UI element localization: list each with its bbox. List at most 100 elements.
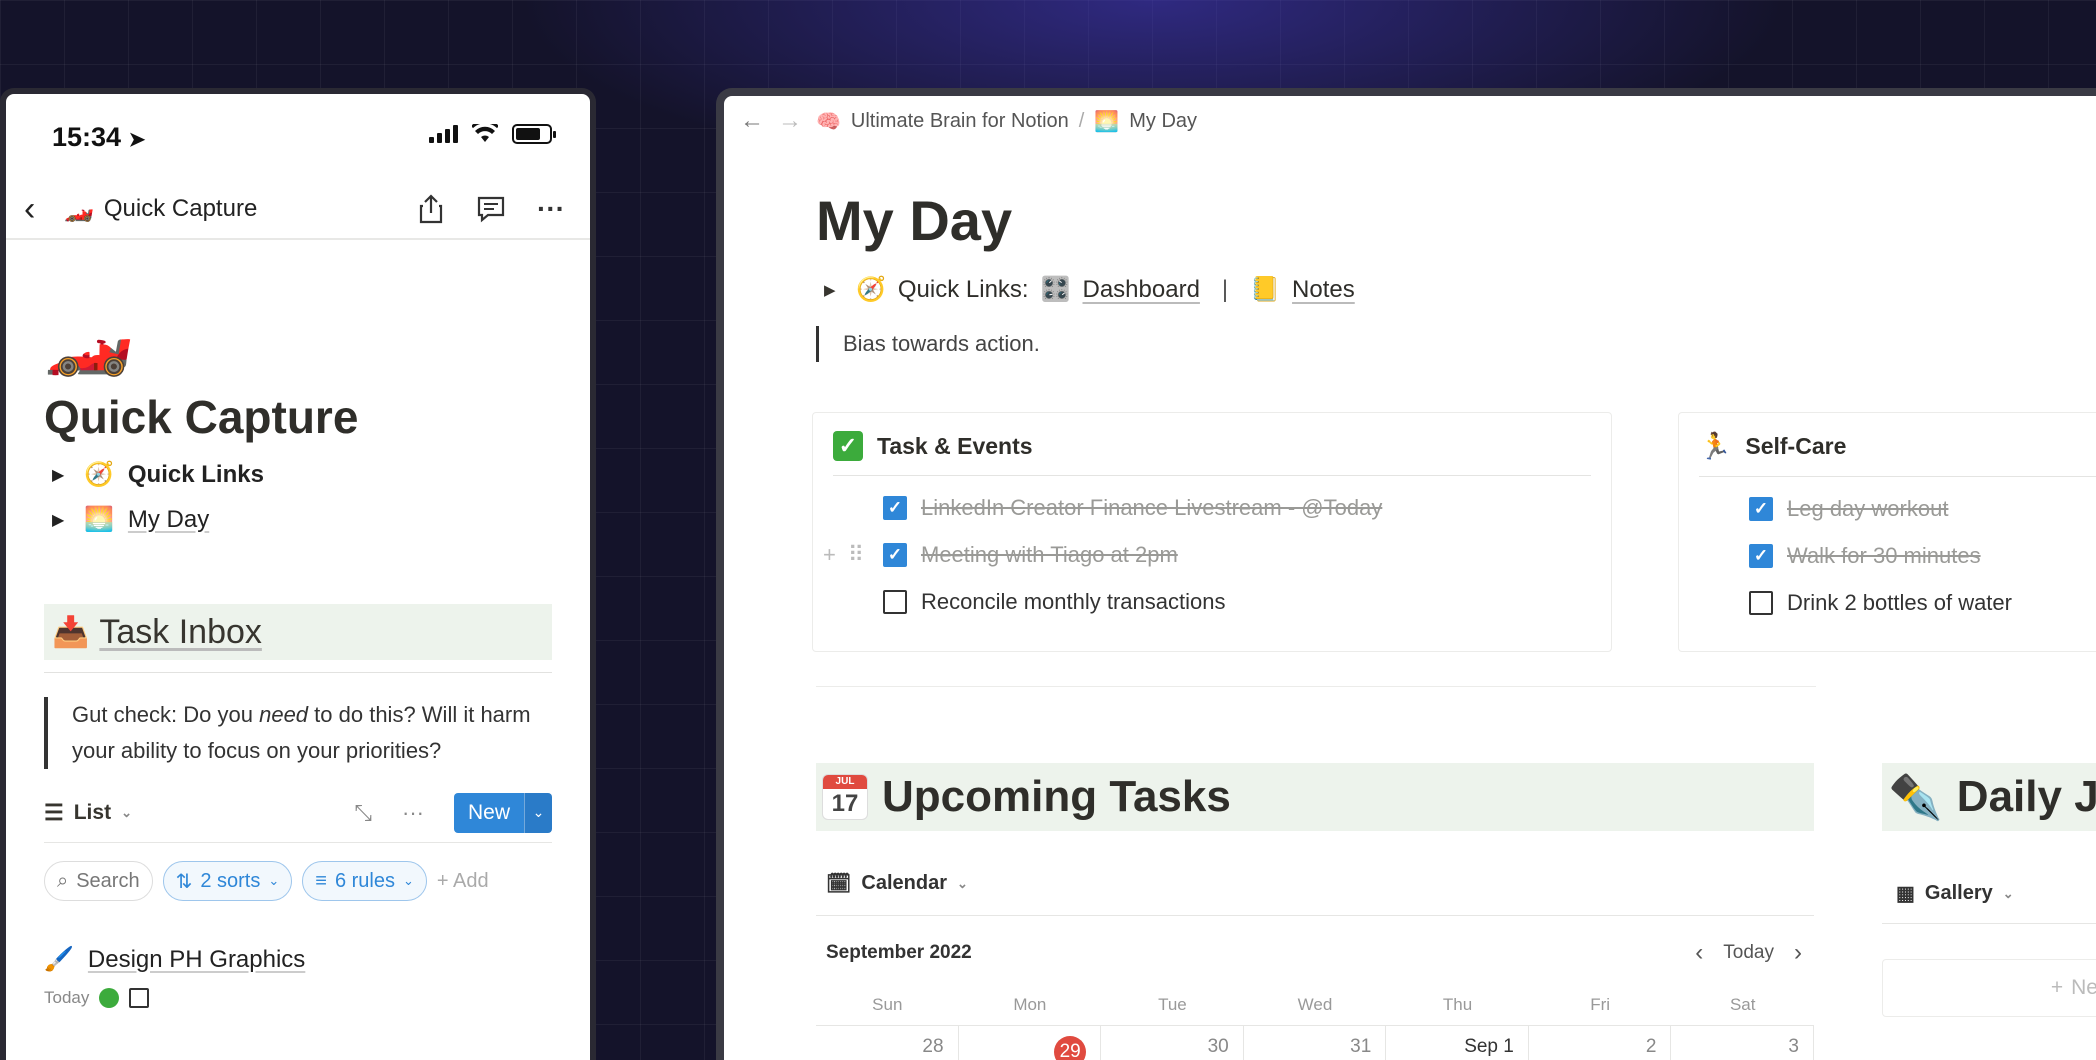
calendar-day[interactable]: 30 (1101, 1026, 1244, 1060)
filter-row: ⌕ Search ⇅ 2 sorts ⌄ ≡ 6 rules ⌄ + Add (44, 861, 552, 901)
todo-item[interactable]: + ⠿ ✓ Meeting with Tiago at 2pm (823, 531, 1591, 578)
todo-item[interactable]: ✓ Walk for 30 minutes (1699, 532, 2096, 579)
back-chevron-icon[interactable]: ‹ (24, 190, 64, 229)
task-checkbox[interactable] (129, 988, 150, 1008)
cellular-signal-icon (429, 125, 458, 143)
calendar-day[interactable]: 3 (1671, 1026, 1814, 1060)
nav-actions: ··· (416, 193, 566, 224)
todo-text[interactable]: LinkedIn Creator Finance Livestream - @T… (921, 495, 1382, 521)
calendar-view-label: Calendar (861, 872, 947, 894)
calendar-day-today[interactable]: 29 (959, 1026, 1102, 1060)
daily-journal-heading: ✒️ Daily J (1882, 763, 2096, 831)
todo-item[interactable]: ✓ Leg day workout (1699, 485, 2096, 532)
my-day-link[interactable]: My Day (128, 506, 209, 534)
weekday-label: Thu (1442, 995, 1473, 1014)
weekday-label: Tue (1158, 995, 1187, 1014)
toggle-triangle-icon[interactable]: ▶ (52, 465, 70, 485)
breadcrumb-current[interactable]: My Day (1129, 110, 1197, 133)
cards-row: ✓ Task & Events ✓ LinkedIn Creator Finan… (812, 412, 2096, 652)
list-item[interactable]: 🖌️ Design PH Graphics (44, 945, 552, 974)
dashboard-link[interactable]: Dashboard (1083, 276, 1200, 304)
gallery-new-button[interactable]: + New (1882, 959, 2096, 1017)
todo-text[interactable]: Walk for 30 minutes (1787, 543, 1981, 569)
divider (816, 915, 1814, 916)
back-arrow-icon[interactable]: ← (740, 107, 764, 135)
todo-text[interactable]: Leg day workout (1787, 496, 1948, 522)
todo-text[interactable]: Meeting with Tiago at 2pm (921, 542, 1178, 568)
next-month-chevron-icon[interactable]: › (1794, 939, 1802, 967)
calendar-day[interactable]: 31 (1244, 1026, 1387, 1060)
toggle-triangle-icon[interactable]: ▶ (52, 510, 70, 530)
share-icon[interactable] (416, 194, 446, 224)
calendar-day[interactable]: 28 (816, 1026, 959, 1060)
notes-link[interactable]: Notes (1292, 276, 1355, 304)
race-car-icon: 🏎️ (64, 195, 94, 223)
sorts-label: 2 sorts (200, 869, 261, 892)
new-button[interactable]: New ⌄ (453, 792, 552, 833)
chevron-down-icon: ⌄ (956, 875, 968, 891)
rules-label: 6 rules (334, 869, 395, 892)
forward-arrow-icon[interactable]: → (778, 107, 802, 135)
todo-checkbox[interactable] (1749, 590, 1773, 615)
todo-item[interactable]: ✓ LinkedIn Creator Finance Livestream - … (833, 484, 1591, 531)
calendar-day[interactable]: Sep 1 (1386, 1026, 1529, 1060)
brain-icon: 🧠 (816, 110, 841, 133)
more-options-icon[interactable]: ··· (536, 193, 566, 224)
task-events-card: ✓ Task & Events ✓ LinkedIn Creator Finan… (812, 412, 1612, 652)
new-dropdown-chevron-icon[interactable]: ⌄ (524, 792, 552, 833)
task-meta: Today (44, 988, 552, 1008)
todo-checkbox[interactable]: ✓ (883, 542, 907, 567)
calendar-view-selector[interactable]: 🗓 Calendar ⌄ (826, 871, 968, 896)
todo-item[interactable]: Reconcile monthly transactions (833, 578, 1591, 625)
drag-handle-icon[interactable]: ⠿ (848, 542, 864, 568)
comment-icon[interactable] (476, 194, 506, 224)
weekday-header: Sun Mon Tue Wed Thu Fri Sat (816, 995, 1814, 1015)
task-inbox-heading: 📥 Task Inbox (44, 604, 552, 660)
task-inbox-link[interactable]: Task Inbox (99, 613, 262, 652)
day-number: 28 (922, 1036, 944, 1057)
toggle-triangle-icon[interactable]: ▶ (824, 281, 844, 299)
card-header: 🏃 Self-Care (1699, 431, 2096, 477)
weekday-label: Fri (1590, 995, 1611, 1014)
prev-month-chevron-icon[interactable]: ‹ (1695, 939, 1703, 967)
upcoming-title: Upcoming Tasks (882, 772, 1231, 821)
quote-block: Bias towards action. (816, 326, 2096, 362)
todo-checkbox[interactable]: ✓ (1749, 543, 1773, 568)
quick-links-toggle: ▶ 🧭 Quick Links: 🎛️ Dashboard | 📒 Notes (816, 275, 2096, 304)
calendar-month-label: September 2022 (826, 942, 972, 963)
sorts-pill[interactable]: ⇅ 2 sorts ⌄ (162, 861, 293, 901)
status-icons (429, 124, 556, 144)
expand-icon[interactable]: ⤡ (354, 800, 372, 826)
breadcrumb-root[interactable]: Ultimate Brain for Notion (851, 110, 1069, 133)
todo-text[interactable]: Reconcile monthly transactions (921, 589, 1225, 615)
inbox-tray-icon: 📥 (52, 615, 90, 649)
task-title[interactable]: Design PH Graphics (88, 946, 305, 974)
today-button[interactable]: Today (1723, 942, 1774, 964)
rules-pill[interactable]: ≡ 6 rules ⌄ (302, 861, 427, 901)
view-selector[interactable]: ☰ List ⌄ (44, 800, 354, 826)
new-button-label[interactable]: New (453, 792, 524, 833)
toggle-my-day[interactable]: ▶ 🌅 My Day (44, 505, 552, 534)
weekday-label: Sun (872, 995, 903, 1014)
view-more-icon[interactable]: ··· (402, 800, 424, 826)
search-pill[interactable]: ⌕ Search (44, 861, 153, 901)
calendar-week-row: 28 29 30 31 Sep 1 2 3 (816, 1025, 1814, 1060)
view-name: List (73, 800, 112, 824)
calendar-icon-month: JUL (823, 775, 867, 789)
todo-item[interactable]: Drink 2 bottles of water (1699, 579, 2096, 626)
divider (44, 672, 552, 673)
dashboard-icon: 🎛️ (1040, 276, 1071, 303)
todo-checkbox[interactable]: ✓ (1749, 496, 1773, 521)
day-number: Sep 1 (1464, 1036, 1514, 1057)
plus-icon[interactable]: + (823, 542, 836, 568)
todo-checkbox[interactable] (883, 589, 907, 614)
block-handle[interactable]: + ⠿ (823, 542, 864, 568)
calendar-day[interactable]: 2 (1529, 1026, 1672, 1060)
card-title: Task & Events (877, 432, 1033, 459)
todo-checkbox[interactable]: ✓ (883, 495, 907, 520)
add-filter-button[interactable]: + Add (437, 870, 497, 893)
nav-title-text: Quick Capture (103, 195, 258, 222)
gallery-view-selector[interactable]: ▦ Gallery ⌄ (1896, 881, 2014, 906)
toggle-quick-links[interactable]: ▶ 🧭 Quick Links (44, 460, 552, 489)
todo-text[interactable]: Drink 2 bottles of water (1787, 590, 2012, 616)
